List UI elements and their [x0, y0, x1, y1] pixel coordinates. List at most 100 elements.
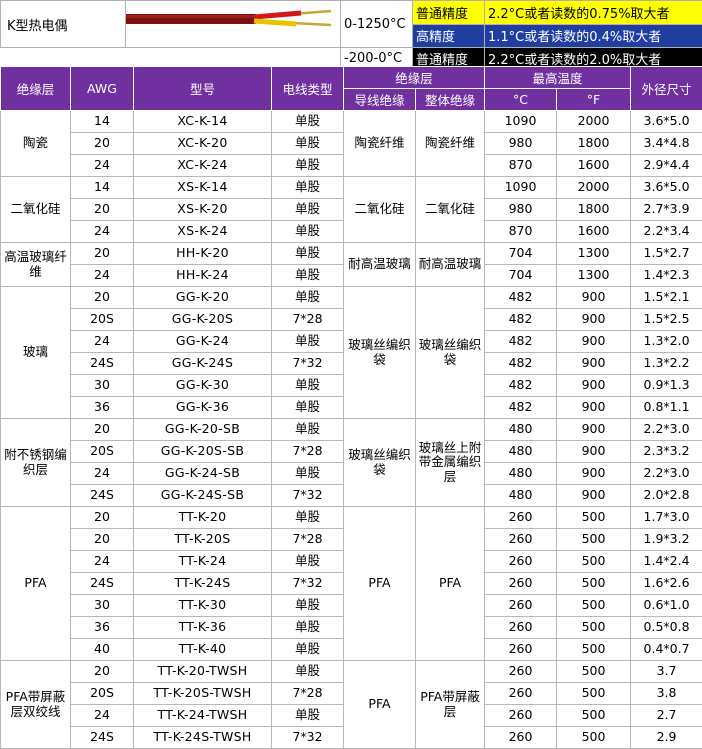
model-cell: GG-K-36	[133, 396, 272, 419]
table-row: 玻璃 20 GG-K-20 单股 玻璃丝编织袋 玻璃丝编织袋 482 900 1.5*2.1	[0, 286, 702, 419]
overall-insulation-cell: 玻璃丝编织袋	[414, 286, 486, 419]
overall-insulation-cell: 耐高温玻璃	[414, 242, 486, 287]
model-cell: XC-K-14	[133, 110, 272, 133]
fahrenheit-cell: 900	[556, 462, 632, 485]
wire-type-cell: 单股	[271, 462, 344, 485]
fahrenheit-cell: 900	[556, 440, 632, 463]
awg-cell: 24	[70, 550, 134, 573]
od-cell: 1.4*2.3	[630, 264, 702, 287]
model-cell: GG-K-30	[133, 374, 272, 397]
table-row: 二氧化硅 14 XS-K-14 单股 二氧化硅 二氧化硅 1090 2000 3.6*5.0	[0, 176, 702, 243]
celsius-cell: 260	[484, 704, 558, 727]
awg-cell: 20	[70, 242, 134, 265]
group-insulation-cell: 陶瓷	[0, 110, 71, 177]
group-insulation-cell: 玻璃	[0, 286, 71, 419]
awg-cell: 30	[70, 374, 134, 397]
model-cell: GG-K-24-SB	[133, 462, 272, 485]
model-cell: TT-K-20-TWSH	[133, 660, 272, 683]
model-cell: TT-K-24S	[133, 572, 272, 595]
awg-cell: 30	[70, 594, 134, 617]
model-cell: XS-K-24	[133, 220, 272, 243]
od-cell: 1.9*3.2	[630, 528, 702, 551]
spec-table-body: 陶瓷 14 XC-K-14 单股 陶瓷纤维 陶瓷纤维 1090 2000 3.6*5.0 20 XC…	[0, 110, 702, 749]
wire-type-cell: 单股	[271, 418, 344, 441]
celsius-cell: 480	[484, 462, 558, 485]
conductor-insulation-cell: 二氧化硅	[343, 176, 416, 243]
fahrenheit-cell: 900	[556, 396, 632, 419]
od-cell: 0.4*0.7	[630, 638, 702, 661]
wire-type-cell: 单股	[271, 616, 344, 639]
grade-text: 1.1°C或者读数的0.4%取大者	[484, 23, 702, 48]
celsius-cell: 480	[484, 418, 558, 441]
model-cell: HH-K-20	[133, 242, 272, 265]
table-row: PFA带屏蔽层双绞线 20 TT-K-20-TWSH 单股 PFA PFA带屏蔽层 260 5…	[0, 660, 702, 749]
fahrenheit-cell: 900	[556, 418, 632, 441]
model-cell: GG-K-20S	[133, 308, 272, 331]
awg-cell: 20S	[70, 440, 134, 463]
model-cell: XC-K-20	[133, 132, 272, 155]
fahrenheit-cell: 1300	[556, 264, 632, 287]
wire-type-cell: 单股	[271, 286, 344, 309]
overall-insulation-cell: 陶瓷纤维	[414, 110, 486, 177]
awg-cell: 24	[70, 704, 134, 727]
awg-cell: 20	[70, 418, 134, 441]
model-cell: TT-K-20S-TWSH	[133, 682, 272, 705]
spreadsheet: K型热电偶 0-1250°C 普通精度 2.2°C或者读数的0.75%取大者 高…	[0, 0, 702, 749]
od-cell: 2.2*3.4	[630, 220, 702, 243]
awg-cell: 14	[70, 176, 134, 199]
wire-type-cell: 单股	[271, 198, 344, 221]
model-cell: TT-K-40	[133, 638, 272, 661]
awg-cell: 24	[70, 462, 134, 485]
fahrenheit-cell: 900	[556, 484, 632, 507]
celsius-cell: 260	[484, 660, 558, 683]
celsius-cell: 480	[484, 484, 558, 507]
od-cell: 2.9*4.4	[630, 154, 702, 177]
model-cell: TT-K-24	[133, 550, 272, 573]
grade-label: 普通精度	[412, 0, 485, 25]
celsius-cell: 1090	[484, 110, 558, 133]
od-cell: 3.7	[630, 660, 702, 683]
celsius-cell: 260	[484, 726, 558, 749]
overall-insulation-cell: PFA带屏蔽层	[414, 660, 486, 749]
model-cell: GG-K-20S-SB	[133, 440, 272, 463]
fahrenheit-cell: 900	[556, 352, 632, 375]
wire-type-cell: 7*28	[271, 440, 344, 463]
wire-type-cell: 7*32	[271, 484, 344, 507]
spec-table: 绝缘层 AWG 型号 电线类型 绝缘层 最高温度 外径尺寸 导线绝缘 整体绝缘 …	[0, 66, 702, 749]
model-cell: GG-K-24S	[133, 352, 272, 375]
celsius-cell: 482	[484, 374, 558, 397]
model-cell: GG-K-20	[133, 286, 272, 309]
od-cell: 1.5*2.1	[630, 286, 702, 309]
model-cell: XS-K-14	[133, 176, 272, 199]
od-cell: 2.0*2.8	[630, 484, 702, 507]
group-insulation-cell: PFA	[0, 506, 71, 661]
fahrenheit-cell: 500	[556, 550, 632, 573]
fahrenheit-cell: 500	[556, 638, 632, 661]
celsius-cell: 260	[484, 506, 558, 529]
awg-cell: 24	[70, 330, 134, 353]
celsius-cell: 260	[484, 572, 558, 595]
page-title: K型热电偶	[0, 0, 126, 48]
table-row: 高温玻璃纤维 20 HH-K-20 单股 耐高温玻璃 耐高温玻璃 704 1300 1.5*2.…	[0, 242, 702, 287]
conductor-insulation-cell: PFA	[343, 506, 416, 661]
awg-cell: 20	[70, 132, 134, 155]
model-cell: GG-K-24	[133, 330, 272, 353]
table-row: 陶瓷 14 XC-K-14 单股 陶瓷纤维 陶瓷纤维 1090 2000 3.6*5.0	[0, 110, 702, 177]
wire-type-cell: 单股	[271, 506, 344, 529]
celsius-cell: 704	[484, 264, 558, 287]
wire-type-cell: 单股	[271, 264, 344, 287]
table-row: 附不锈钢编织层 20 GG-K-20-SB 单股 玻璃丝编织袋 玻璃丝上附带金属编织层 48…	[0, 418, 702, 507]
od-cell: 0.5*0.8	[630, 616, 702, 639]
wire-type-cell: 单股	[271, 330, 344, 353]
model-cell: XC-K-24	[133, 154, 272, 177]
od-cell: 0.8*1.1	[630, 396, 702, 419]
col-celsius: °C	[484, 88, 558, 111]
overall-insulation-cell: PFA	[414, 506, 486, 661]
awg-cell: 24	[70, 264, 134, 287]
model-cell: TT-K-36	[133, 616, 272, 639]
col-conductor-insulation: 导线绝缘	[343, 88, 416, 111]
grade-text: 2.2°C或者读数的0.75%取大者	[484, 0, 702, 25]
wire-type-cell: 单股	[271, 638, 344, 661]
awg-cell: 20	[70, 660, 134, 683]
range-high: 0-1250°C	[340, 0, 413, 48]
